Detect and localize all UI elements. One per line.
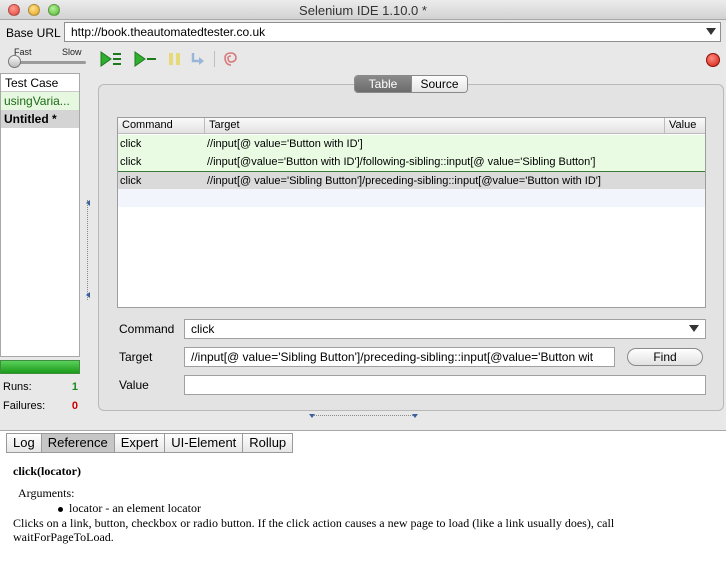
reference-title: click(locator) [13,464,81,478]
tab-reference[interactable]: Reference [41,434,115,452]
tab-expert[interactable]: Expert [115,434,166,452]
failures-label: Failures: [3,400,46,412]
command-label: Command [119,322,175,336]
tab-rollup[interactable]: Rollup [243,434,292,452]
run-progress-bar [0,360,80,374]
table-row-empty[interactable] [118,189,705,207]
target-label: Target [119,350,153,364]
tab-table[interactable]: Table [355,76,411,92]
view-tabs: Table Source [354,75,468,93]
play-all-button[interactable] [100,50,121,68]
vertical-splitter[interactable] [87,200,90,300]
reference-argument-item: locator - an element locator [58,501,713,515]
horizontal-splitter[interactable] [313,415,415,416]
pause-button[interactable] [167,50,185,68]
table-row[interactable]: click //input[@ value='Button with ID'] [118,135,705,153]
reference-description: Clicks on a link, button, checkbox or ra… [13,516,615,544]
value-label: Value [119,378,149,392]
command-table: Command Target Value click //input[@ val… [117,117,706,308]
reference-argument: locator - an element locator [69,501,201,515]
toolbar-separator [214,51,215,67]
command-select-value: click [191,322,215,336]
value-input[interactable] [184,375,706,395]
reference-arguments-label: Arguments: [18,486,75,500]
title-bar: Selenium IDE 1.10.0 * [0,0,726,20]
play-all-icon [100,51,121,67]
target-input[interactable]: //input[@ value='Sibling Button']/preced… [184,347,615,367]
play-current-icon [134,51,156,67]
reference-content: click(locator) Arguments: locator - an e… [13,464,713,544]
column-divider [664,118,665,134]
step-icon [191,53,204,65]
table-row[interactable]: click //input[@ value='Sibling Button']/… [118,171,705,189]
base-url-input[interactable]: http://book.theautomatedtester.co.uk [64,22,721,42]
tab-source[interactable]: Source [411,76,467,92]
test-case-header: Test Case [1,74,79,92]
test-case-item[interactable]: Untitled * [1,110,79,128]
record-button[interactable] [706,53,720,67]
speed-slider-knob[interactable] [8,55,21,68]
row-command: click [120,156,142,168]
collapse-down-icon[interactable] [412,414,418,418]
collapse-left-icon[interactable] [86,292,90,298]
rollup-icon [224,52,237,66]
runs-value: 1 [71,381,78,393]
table-header: Command Target Value [118,118,705,134]
test-case-item[interactable]: usingVaria... [1,92,79,110]
test-case-panel: Test Case usingVaria... Untitled * [0,73,80,357]
column-header-value[interactable]: Value [669,119,696,131]
base-url-value: http://book.theautomatedtester.co.uk [71,25,266,39]
command-select[interactable]: click [184,319,706,339]
step-button[interactable] [190,50,208,68]
tab-ui-element[interactable]: UI-Element [165,434,244,452]
chevron-down-icon[interactable] [689,325,699,332]
table-row[interactable]: click //input[@value='Button with ID']/f… [118,153,705,171]
column-divider [204,118,205,134]
play-current-button[interactable] [134,50,156,68]
chevron-down-icon[interactable] [706,28,716,35]
row-target: //input[@ value='Button with ID'] [207,138,363,150]
row-target: //input[@ value='Sibling Button']/preced… [207,175,601,187]
runs-label: Runs: [3,381,32,393]
find-button[interactable]: Find [627,348,703,366]
rollup-button[interactable] [222,50,240,68]
speed-slider[interactable] [10,61,86,64]
bullet-icon [58,506,63,512]
row-command: click [120,138,142,150]
pause-icon [169,53,180,65]
base-url-label: Base URL [6,26,61,40]
toolbar: Fast Slow [0,45,726,73]
tab-log[interactable]: Log [7,434,42,452]
bottom-tabs: Log Reference Expert UI-Element Rollup [6,433,294,453]
row-command: click [120,175,142,187]
window-title: Selenium IDE 1.10.0 * [299,3,427,18]
row-target: //input[@value='Button with ID']/followi… [207,156,596,168]
column-header-target[interactable]: Target [209,119,240,131]
column-header-command[interactable]: Command [122,119,173,131]
speed-slow-label: Slow [62,47,82,57]
failures-value: 0 [71,400,78,412]
